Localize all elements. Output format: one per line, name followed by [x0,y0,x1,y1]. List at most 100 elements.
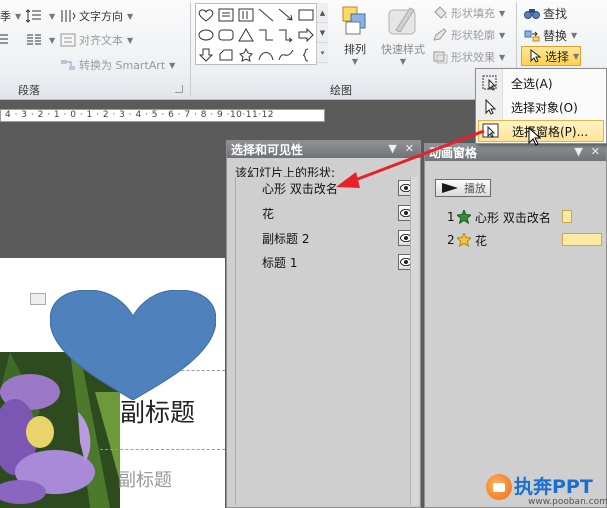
play-label: 播放 [464,182,486,195]
animation-name: 花 [475,233,488,248]
arrange-icon [342,6,366,35]
shape-name: 副标题 2 [262,231,310,246]
shape-elbow-arrow-option[interactable] [276,25,296,44]
shape-textbox-option[interactable] [216,5,236,24]
paragraph-dialog-launcher[interactable] [175,85,183,93]
horizontal-ruler: 4 · 3 · 2 · 1 · 0 · 1 · 2 · 3 · 4 · 5 · … [0,109,325,122]
drawing-group-label: 绘图 [330,84,352,97]
chevron-down-icon: ▼ [571,30,578,40]
quick-styles-button[interactable]: 快速样式 ▼ [376,4,430,76]
replace-button[interactable]: 替换 ▼ [524,25,577,45]
slide-subtitle-text[interactable]: 副标题 [118,466,172,492]
gallery-scroll-down-icon[interactable]: ▼ [317,23,328,43]
shape-row-heart[interactable]: 心形 双击改名 [236,177,416,199]
animation-timeline-bar[interactable] [562,233,602,246]
shape-down-arrow-option[interactable] [196,45,216,64]
menu-label: 选择窗格(P)... [512,124,589,139]
shape-outline-button[interactable]: 形状轮廓 ▼ [432,25,505,45]
shape-line-option[interactable] [256,5,276,24]
shape-rectangle-option[interactable] [296,5,316,24]
replace-icon [524,28,540,42]
text-direction-icon [60,9,76,23]
animation-number: 2 [447,233,455,247]
shape-row-subtitle[interactable]: 副标题 2 [236,227,416,249]
convert-smartart-label: 转换为 SmartArt [79,59,166,72]
line-spacing-button[interactable]: ▼ [25,6,56,26]
cursor-arrow-icon [481,98,499,116]
selection-pane-header: 选择和可见性 ▼ ✕ [227,141,420,158]
play-button[interactable]: 播放 [435,179,491,197]
binoculars-icon [524,6,540,20]
animation-pane-header: 动画窗格 ▼ ✕ [425,144,606,161]
shape-effects-button[interactable]: 形状效果 ▼ [432,47,505,67]
paragraph-partial-control[interactable]: 季 ▼ [0,6,21,26]
menu-label: 全选(A) [511,76,553,91]
quick-styles-icon [388,7,416,35]
replace-label: 替换 [543,28,568,43]
align-text-icon [60,33,76,47]
logo-badge-icon [486,474,512,500]
close-icon[interactable]: ✕ [405,142,414,155]
shape-heart-option[interactable] [196,5,216,24]
animation-item-heart[interactable]: 1 心形 双击改名 [447,207,607,227]
shape-elbow-connector-option[interactable] [256,25,276,44]
close-icon[interactable]: ✕ [591,145,600,158]
chevron-down-icon: ▼ [399,57,407,66]
shape-curve-option[interactable] [276,45,296,64]
menu-item-select-all[interactable]: 全选(A) [478,72,604,94]
gallery-scrollbar[interactable]: ▲ ▼ ▾ [316,3,328,65]
watermark-url: www.pooban.com [528,497,607,507]
chevron-down-icon: ▼ [169,60,176,70]
convert-smartart-button[interactable]: 转换为 SmartArt ▼ [60,55,175,75]
arrange-label: 排列 [344,43,366,56]
align-left-partial[interactable] [0,30,11,50]
pane-menu-icon[interactable]: ▼ [574,145,582,158]
chevron-down-icon: ▼ [49,35,56,45]
text-direction-button[interactable]: 文字方向 ▼ [60,6,133,26]
text-direction-label: 文字方向 [79,10,123,23]
columns-icon [26,33,42,47]
chevron-down-icon: ▼ [49,11,56,21]
shape-vertical-textbox-option[interactable] [236,5,256,24]
heart-shape[interactable] [50,290,216,400]
shape-oval-option[interactable] [196,25,216,44]
shape-arrow-line-option[interactable] [276,5,296,24]
animation-pane-title: 动画窗格 [429,146,478,160]
chevron-down-icon: ▼ [15,11,22,21]
animation-number: 1 [447,210,455,224]
shape-row-title[interactable]: 标题 1 [236,251,416,273]
gallery-more-icon[interactable]: ▾ [317,43,328,63]
select-label: 选择 [545,49,570,64]
pane-menu-icon[interactable]: ▼ [388,142,396,155]
shape-fill-button[interactable]: 形状填充 ▼ [432,3,505,23]
shape-outline-label: 形状轮廓 [451,29,495,42]
shape-star-option[interactable] [236,45,256,64]
chevron-down-icon: ▼ [573,51,580,61]
effects-icon [432,50,448,64]
shape-name: 标题 1 [262,255,298,270]
selection-pane-title: 选择和可见性 [231,143,304,157]
entrance-star-icon [457,210,471,224]
menu-item-select-objects[interactable]: 选择对象(O) [478,96,604,118]
placeholder-icon [30,293,46,305]
chevron-down-icon: ▼ [127,11,134,21]
shape-brace-option[interactable] [296,45,316,64]
shapes-list: 心形 双击改名 花 副标题 2 标题 1 [235,177,417,505]
align-text-button[interactable]: 对齐文本 ▼ [60,30,133,50]
gallery-scroll-up-icon[interactable]: ▲ [317,3,328,23]
select-button[interactable]: 选择 ▼ [521,46,581,66]
shape-right-arrow-option[interactable] [296,25,316,44]
shape-rounded-rect-option[interactable] [216,25,236,44]
find-button[interactable]: 查找 [524,3,567,23]
shape-flowchart-option[interactable] [216,45,236,64]
selection-pane-scrollbar[interactable] [410,177,418,505]
group-separator [190,2,191,96]
animation-timeline-bar[interactable] [562,210,572,223]
shape-row-flower[interactable]: 花 [236,202,416,224]
shape-triangle-option[interactable] [236,25,256,44]
find-label: 查找 [543,6,568,21]
arrange-button[interactable]: 排列 ▼ [336,4,374,76]
shape-arc-option[interactable] [256,45,276,64]
animation-pane: 动画窗格 ▼ ✕ 播放 1 心形 双击改名 2 花 [424,143,607,508]
columns-button[interactable]: ▼ [26,30,55,50]
